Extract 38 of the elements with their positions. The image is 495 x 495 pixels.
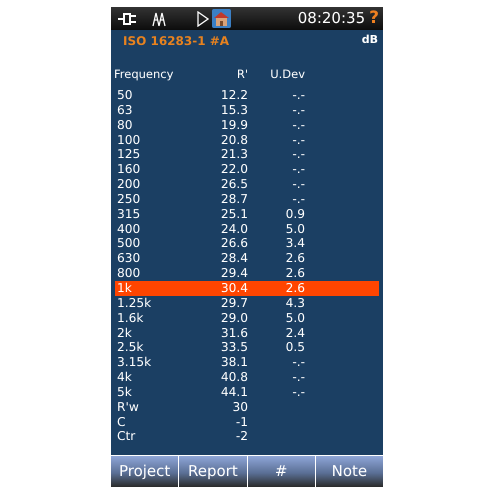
table-row[interactable]: 2k 31.6 2.4 [115, 326, 379, 340]
table-row[interactable]: C -1 [115, 414, 379, 430]
table-row[interactable]: 80 19.9 -.- [115, 118, 379, 133]
table-row[interactable]: 5k 44.1 -.- [115, 384, 379, 400]
help-button[interactable]: ? [369, 6, 379, 32]
unit-label: dB [362, 32, 378, 48]
table-row[interactable]: 2.5k 33.5 0.5 [115, 340, 379, 356]
table-row[interactable]: R'w 30 [115, 400, 379, 415]
softkey-button[interactable]: # [246, 456, 315, 487]
plug-icon [117, 12, 139, 26]
softkey-button[interactable]: Project [111, 456, 178, 487]
table-row[interactable]: 3.15k 38.1 -.- [115, 355, 379, 370]
column-header: Frequency [113, 66, 174, 84]
table-row[interactable]: 800 29.4 2.6 [115, 266, 379, 281]
table-row[interactable]: 63 15.3 -.- [115, 102, 379, 118]
table-row[interactable]: 315 25.1 0.9 [115, 206, 379, 222]
table-row[interactable]: Ctr -2 [115, 429, 379, 444]
table-row[interactable]: 50 12.2 -.- [115, 88, 379, 103]
table-row[interactable]: 160 22.0 -.- [115, 162, 379, 178]
table-row[interactable]: 250 28.7 -.- [115, 192, 379, 207]
table-row[interactable]: 500 26.6 3.4 [115, 236, 379, 252]
table-row[interactable]: 200 26.5 -.- [115, 177, 379, 192]
clock-time: 08:20:35 [298, 8, 366, 30]
table-row[interactable]: 100 20.8 -.- [115, 132, 379, 148]
softkey-button[interactable]: Note [314, 456, 383, 487]
table-row[interactable]: 4k 40.8 -.- [115, 370, 379, 385]
table-row[interactable]: 630 28.4 2.6 [115, 251, 379, 266]
column-header: R' [236, 66, 248, 84]
house-icon [212, 9, 231, 28]
measurement-title: ISO 16283-1 #A [123, 33, 230, 50]
table-row[interactable]: 1.6k 29.0 5.0 [115, 310, 379, 326]
table-row[interactable]: 1.25k 29.7 4.3 [115, 296, 379, 311]
play-icon [197, 10, 209, 26]
softkey-button[interactable]: Report [178, 456, 246, 487]
column-header: U.Dev [269, 66, 305, 84]
table-row[interactable]: 400 24.0 5.0 [115, 222, 379, 236]
antenna-icon [151, 10, 167, 26]
table-row[interactable]: 125 21.3 -.- [115, 147, 379, 162]
